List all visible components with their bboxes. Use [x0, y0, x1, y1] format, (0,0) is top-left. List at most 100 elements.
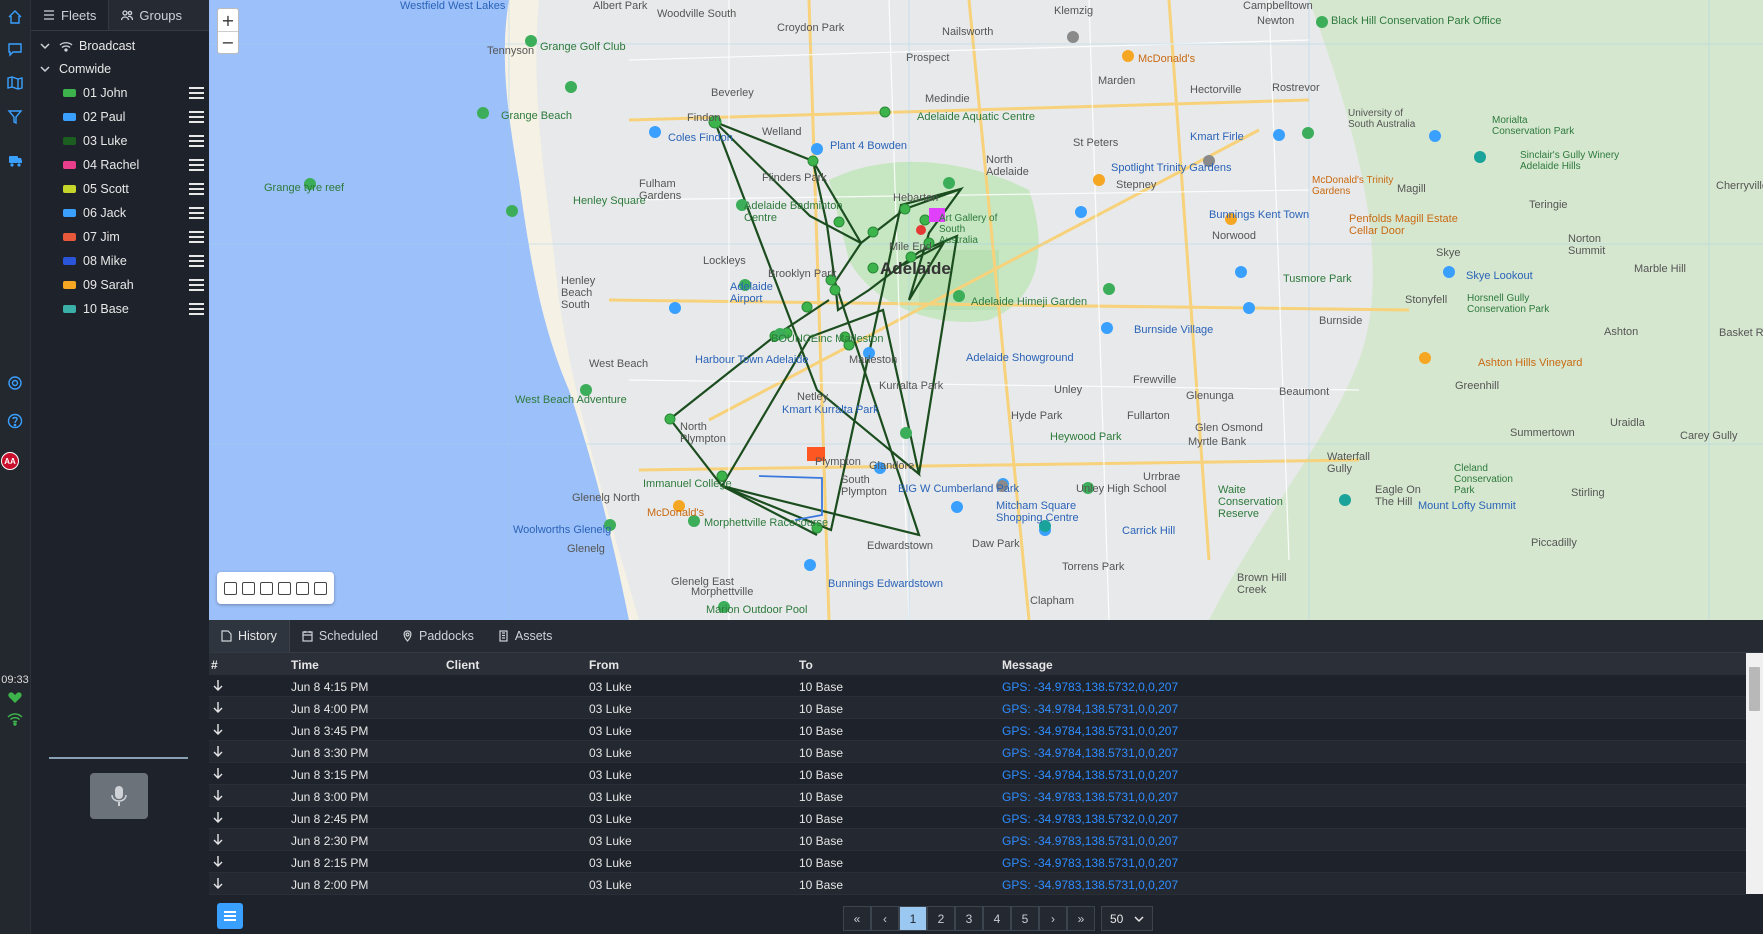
tab-groups[interactable]: Groups [109, 0, 194, 30]
table-row[interactable]: Jun 8 3:45 PM 03 Luke 10 Base GPS: -34.9784… [209, 719, 1746, 741]
unit-menu-icon[interactable] [189, 279, 204, 291]
tab-assets[interactable]: Assets [486, 620, 565, 652]
cell-message-link[interactable]: GPS: -34.9783,138.5731,0,0,207 [1002, 790, 1178, 804]
col-from[interactable]: From [589, 658, 619, 672]
map-label: Tennyson [487, 45, 535, 57]
home-tool-icon[interactable] [223, 581, 237, 595]
zoom-out-button[interactable]: − [218, 31, 238, 53]
arrow-down-icon [213, 833, 223, 848]
table-row[interactable]: Jun 8 4:15 PM 03 Luke 10 Base GPS: -34.9783… [209, 675, 1746, 697]
unit-menu-icon[interactable] [189, 87, 204, 99]
col-index[interactable]: # [211, 658, 218, 672]
cell-message-link[interactable]: GPS: -34.9784,138.5731,0,0,207 [1002, 702, 1178, 716]
home-icon[interactable] [4, 6, 26, 28]
close-tool-icon[interactable] [241, 581, 255, 595]
table-scrollbar[interactable] [1746, 653, 1763, 894]
table-row[interactable]: Jun 8 2:30 PM 03 Luke 10 Base GPS: -34.9783… [209, 829, 1746, 851]
bus-tool-icon[interactable] [296, 581, 310, 595]
map-label: Bunnings Edwardstown [828, 578, 943, 590]
cell-to: 10 Base [799, 834, 844, 848]
map-icon[interactable] [4, 72, 26, 94]
pagination: « ‹ 1 2 3 4 5 › » 50 [843, 906, 1153, 931]
prev-page-button[interactable]: ‹ [871, 906, 899, 931]
map-label: Albert Park [593, 0, 648, 12]
page-button[interactable]: 3 [955, 906, 983, 931]
unit-item[interactable]: 09 Sarah [31, 274, 209, 296]
table-row[interactable]: Jun 8 2:45 PM 03 Luke 10 Base GPS: -34.9783… [209, 807, 1746, 829]
table-row[interactable]: Jun 8 4:00 PM 03 Luke 10 Base GPS: -34.9784… [209, 697, 1746, 719]
cell-message-link[interactable]: GPS: -34.9783,138.5731,0,0,207 [1002, 834, 1178, 848]
download-tool-icon[interactable] [259, 581, 273, 595]
panel-menu-button[interactable] [217, 903, 243, 929]
cell-message-link[interactable]: GPS: -34.9784,138.5731,0,0,207 [1002, 768, 1178, 782]
zoom-in-button[interactable]: + [218, 9, 238, 31]
tab-scheduled[interactable]: Scheduled [290, 620, 390, 652]
map-label: Mile End [889, 241, 932, 253]
settings-gear-icon[interactable] [4, 372, 26, 394]
unit-menu-icon[interactable] [189, 231, 204, 243]
unit-item[interactable]: 10 Base [31, 298, 209, 320]
cell-from: 03 Luke [589, 724, 632, 738]
group-comwide[interactable]: Comwide [31, 58, 209, 80]
page-button[interactable]: 5 [1011, 906, 1039, 931]
bookmark-tool-icon[interactable] [314, 581, 328, 595]
unit-menu-icon[interactable] [189, 183, 204, 195]
map-label: Norton Summit [1568, 233, 1606, 257]
col-to[interactable]: To [799, 658, 813, 672]
unit-item[interactable]: 08 Mike [31, 250, 209, 272]
group-broadcast[interactable]: Broadcast [31, 35, 209, 57]
unit-item[interactable]: 04 Rachel [31, 154, 209, 176]
unit-menu-icon[interactable] [189, 135, 204, 147]
cell-message-link[interactable]: GPS: -34.9783,138.5732,0,0,207 [1002, 812, 1178, 826]
cell-message-link[interactable]: GPS: -34.9783,138.5732,0,0,207 [1002, 680, 1178, 694]
map-view[interactable]: + − Adelaide Westfield West Lakes Woodvi… [209, 0, 1763, 620]
unit-item[interactable]: 02 Paul [31, 106, 209, 128]
first-page-button[interactable]: « [843, 906, 871, 931]
unit-item[interactable]: 07 Jim [31, 226, 209, 248]
user-avatar[interactable]: AA [1, 452, 19, 470]
cell-message-link[interactable]: GPS: -34.9784,138.5731,0,0,207 [1002, 746, 1178, 760]
cell-message-link[interactable]: GPS: -34.9784,138.5731,0,0,207 [1002, 724, 1178, 738]
next-page-button[interactable]: › [1039, 906, 1067, 931]
vehicle-icon[interactable] [4, 150, 26, 172]
unit-item[interactable]: 03 Luke [31, 130, 209, 152]
map-label: Coles Findon [668, 132, 733, 144]
page-button[interactable]: 2 [927, 906, 955, 931]
table-row[interactable]: Jun 8 3:15 PM 03 Luke 10 Base GPS: -34.9784… [209, 763, 1746, 785]
map-label: Grange Golf Club [540, 41, 626, 53]
page-button[interactable]: 4 [983, 906, 1011, 931]
col-message[interactable]: Message [1002, 658, 1053, 672]
chat-icon[interactable] [4, 38, 26, 60]
scrollbar-thumb[interactable] [1749, 667, 1760, 711]
page-size-select[interactable]: 50 [1101, 906, 1153, 931]
col-client[interactable]: Client [446, 658, 479, 672]
table-row[interactable]: Jun 8 3:00 PM 03 Luke 10 Base GPS: -34.9783… [209, 785, 1746, 807]
last-page-button[interactable]: » [1067, 906, 1095, 931]
unit-item[interactable]: 01 John [31, 82, 209, 104]
unit-menu-icon[interactable] [189, 159, 204, 171]
check-tool-icon[interactable] [278, 581, 292, 595]
tab-paddocks[interactable]: Paddocks [390, 620, 486, 652]
unit-item[interactable]: 05 Scott [31, 178, 209, 200]
tab-fleets[interactable]: Fleets [31, 0, 110, 30]
unit-item[interactable]: 06 Jack [31, 202, 209, 224]
map-label: South Plympton [841, 474, 887, 498]
col-time[interactable]: Time [291, 658, 319, 672]
table-row[interactable]: Jun 8 2:15 PM 03 Luke 10 Base GPS: -34.9783… [209, 851, 1746, 873]
person-icon [61, 255, 77, 268]
table-row[interactable]: Jun 8 3:30 PM 03 Luke 10 Base GPS: -34.9784… [209, 741, 1746, 763]
push-to-talk-button[interactable] [90, 773, 148, 819]
cell-message-link[interactable]: GPS: -34.9783,138.5731,0,0,207 [1002, 878, 1178, 892]
unit-menu-icon[interactable] [189, 207, 204, 219]
page-button[interactable]: 1 [899, 906, 927, 931]
sidebar-tabs: Fleets Groups [31, 0, 209, 31]
unit-menu-icon[interactable] [189, 111, 204, 123]
tab-history[interactable]: History [209, 620, 290, 652]
table-row[interactable]: Jun 8 2:00 PM 03 Luke 10 Base GPS: -34.9783… [209, 873, 1746, 895]
unit-menu-icon[interactable] [189, 303, 204, 315]
cell-from: 03 Luke [589, 790, 632, 804]
cell-message-link[interactable]: GPS: -34.9783,138.5731,0,0,207 [1002, 856, 1178, 870]
filter-icon[interactable] [4, 106, 26, 128]
unit-menu-icon[interactable] [189, 255, 204, 267]
help-icon[interactable] [4, 410, 26, 432]
